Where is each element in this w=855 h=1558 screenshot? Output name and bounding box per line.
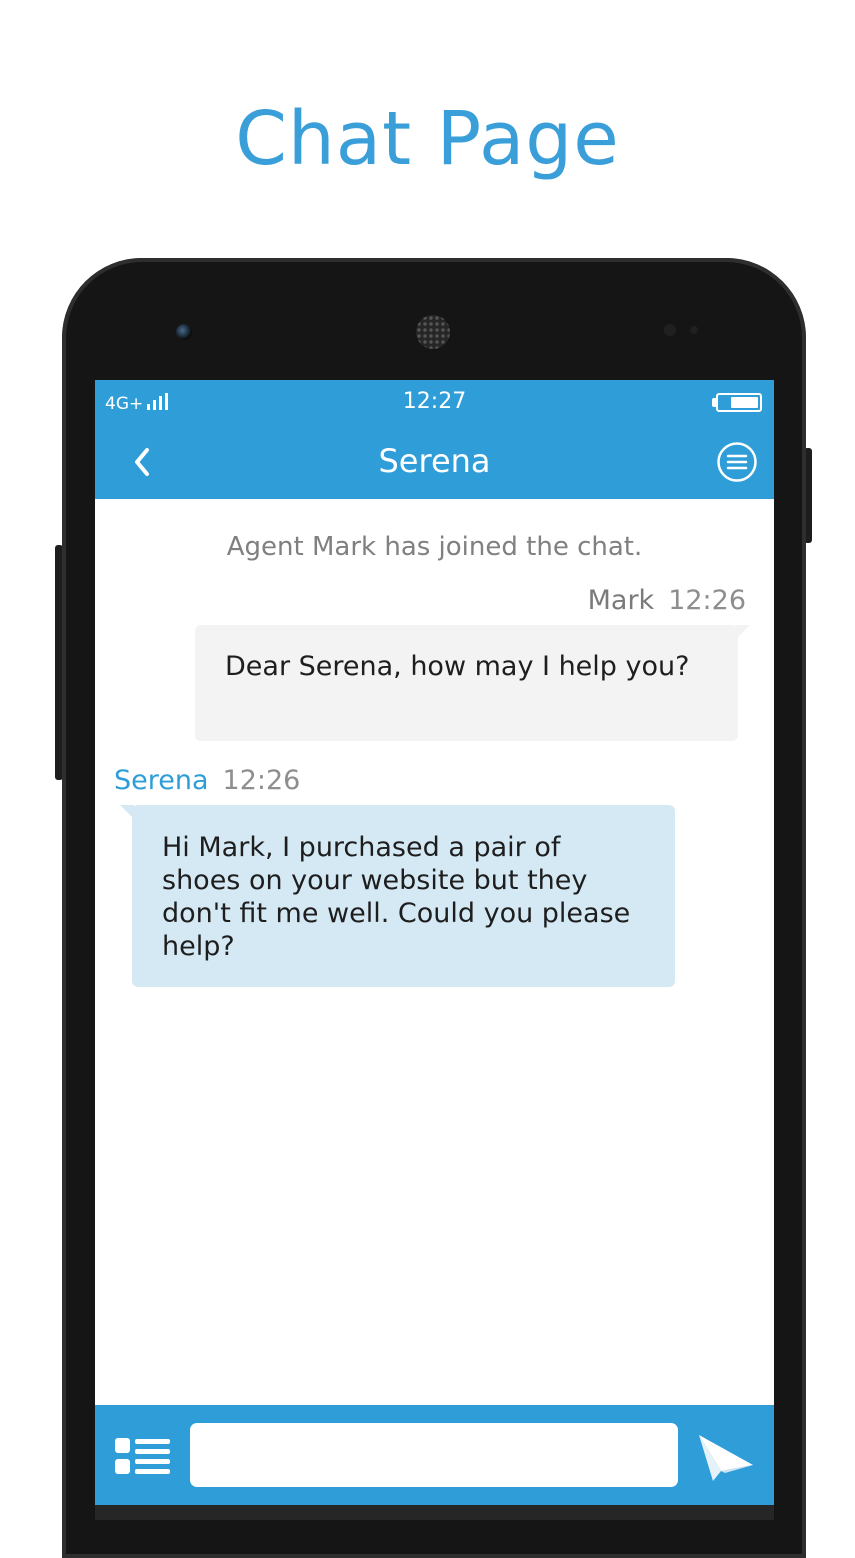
chat-header: Serena [95,422,774,499]
quick-menu-icon [115,1438,170,1474]
phone-screen: 4G+ 12:27 Serena Agent Mark has joined t… [95,380,774,1520]
message-time: 12:26 [222,765,301,796]
system-message: Agent Mark has joined the chat. [226,532,643,562]
status-time: 12:27 [402,389,467,414]
proximity-sensor [664,324,676,336]
screen-bottom-edge [95,1505,774,1520]
chat-partner-name: Serena [378,442,491,480]
status-bar: 4G+ 12:27 [95,380,774,422]
page-title: Chat Page [235,96,620,182]
paper-plane-icon [699,1435,753,1481]
message-input[interactable] [190,1423,678,1487]
message-time: 12:26 [668,585,746,616]
sender-name: Mark [587,585,655,616]
message-meta-user: Serena 12:26 [114,765,300,796]
quick-menu-button[interactable] [113,1436,173,1476]
user-message-bubble: Hi Mark, I purchased a pair of shoes on … [120,805,675,987]
message-composer [95,1405,774,1505]
message-meta-agent: Mark 12:26 [588,585,746,616]
agent-message-bubble: Dear Serena, how may I help you? [195,625,750,741]
front-camera-icon [176,324,192,340]
earpiece-speaker [416,315,450,349]
sender-name: Serena [114,765,209,796]
send-button[interactable] [695,1429,757,1485]
menu-button[interactable] [716,441,758,483]
battery-level [730,397,758,408]
battery-icon [712,393,762,412]
light-sensor [690,326,698,334]
menu-circle-icon [717,442,757,482]
